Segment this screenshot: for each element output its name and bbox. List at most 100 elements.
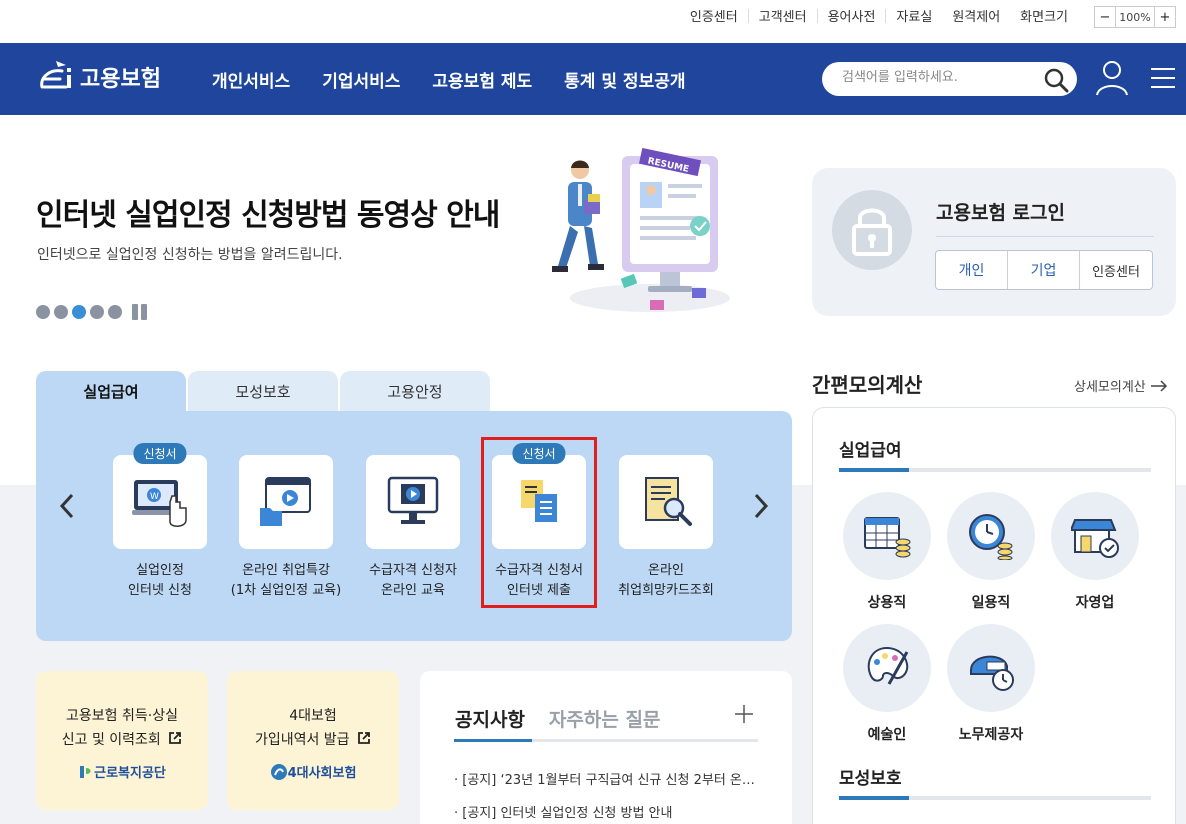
search-input[interactable] [842, 70, 1032, 85]
service-label-line1: 수급자격 신청자 [369, 563, 457, 578]
service-item-unemployment-recognition[interactable]: 신청서 W 실업인정 인터넷 신청 [100, 443, 220, 601]
plus-icon[interactable] [733, 703, 755, 725]
ext-card-line2: 신고 및 이력조회 [61, 732, 161, 748]
notice-panel: 공지사항 자주하는 질문 · [공지] ‘23년 1월부터 구직급여 신규 신청… [420, 671, 792, 824]
service-item-job-card-inquiry[interactable]: 온라인 취업희망카드조회 [606, 455, 726, 601]
search-box [822, 62, 1077, 96]
calc-item-label: 자영업 [1075, 595, 1115, 611]
ext-card-line1: 고용보험 취득·상실 [66, 708, 178, 724]
org-name: 근로복지공단 [94, 766, 166, 781]
slide-pause-button[interactable] [132, 304, 150, 320]
chevron-right-icon[interactable] [748, 491, 772, 521]
lock-icon [852, 208, 892, 256]
chevron-left-icon[interactable] [56, 491, 80, 521]
service-item-online-lecture[interactable]: 온라인 취업특강 (1차 실업인정 교육) [226, 455, 346, 601]
service-tabs: 실업급여 모성보호 고용안정 [36, 371, 492, 411]
resume-illustration-icon: RESUME [552, 148, 730, 312]
comwel-logo-icon [80, 765, 91, 778]
org-logo: 근로복지공단 [36, 762, 208, 781]
nav-business[interactable]: 기업서비스 [322, 67, 400, 92]
helmet-clock-icon [970, 655, 1014, 691]
service-label-line1: 온라인 [648, 563, 684, 578]
zoom-out-button[interactable]: − [1094, 6, 1116, 28]
palette-icon [867, 646, 909, 685]
site-logo[interactable]: 고용보험 [36, 57, 161, 97]
service-label: 수급자격 신청자 온라인 교육 [353, 561, 473, 601]
slide-dot[interactable] [36, 305, 50, 319]
list-item[interactable]: · [공지] ‘23년 1월부터 구직급여 신규 신청 2부터 온라인으로 신청 [454, 769, 764, 788]
service-label-line2: 취업희망카드조회 [618, 583, 714, 598]
tab-employment-stability[interactable]: 고용안정 [340, 371, 490, 411]
login-panel: 고용보험 로그인 개인 기업 인증센터 [812, 168, 1176, 316]
calc-item-labor-provider[interactable]: 노무제공자 [947, 624, 1035, 744]
org-name: 4대사회보험 [287, 766, 357, 781]
notice-tabs: 공지사항 자주하는 질문 [455, 705, 684, 732]
ext-card-4insurance[interactable]: 4대보험 가입내역서 발급 4대사회보험 [227, 671, 399, 810]
tab-maternity[interactable]: 모성보호 [188, 371, 338, 411]
slide-dot[interactable] [54, 305, 68, 319]
external-link-icon [169, 732, 182, 744]
application-badge: 신청서 [133, 443, 187, 464]
slide-dot-active[interactable] [72, 305, 86, 319]
utility-links: 인증센터 고객센터 용어사전 자료실 원격제어 화면크기 [680, 6, 1078, 25]
calc-item-label: 상용직 [867, 595, 907, 611]
util-link-customer[interactable]: 고객센터 [749, 6, 817, 25]
calc-detail-link[interactable]: 상세모의계산 [1074, 376, 1168, 395]
zoom-in-button[interactable]: + [1154, 6, 1176, 28]
video-folder-icon [260, 477, 311, 526]
divider [936, 236, 1154, 237]
calc-section-line [839, 468, 1151, 472]
calc-item-regular[interactable]: 상용직 [843, 492, 931, 612]
list-item[interactable]: · [공지] 인터넷 실업인정 신청 방법 안내 [454, 802, 764, 821]
calc-icon-circle [843, 492, 931, 580]
highlight-frame [481, 437, 597, 608]
service-card [366, 455, 460, 549]
hero-subtitle: 인터넷으로 실업인정 신청하는 방법을 알려드립니다. [37, 247, 343, 263]
active-tab-indicator [454, 739, 532, 742]
arrow-right-icon [1150, 379, 1167, 392]
util-link-cert[interactable]: 인증센터 [680, 6, 748, 25]
util-link-archive[interactable]: 자료실 [886, 6, 942, 25]
login-personal-button[interactable]: 개인 [936, 251, 1008, 289]
search-icon[interactable] [1043, 67, 1069, 93]
hamburger-menu-icon[interactable] [1150, 65, 1176, 91]
monitor-hand-icon: W [132, 480, 187, 527]
login-cert-center-button[interactable]: 인증센터 [1080, 251, 1152, 289]
tab-unemployment[interactable]: 실업급여 [36, 371, 186, 411]
document-search-icon [645, 477, 692, 526]
nav-statistics[interactable]: 통계 및 정보공개 [564, 67, 685, 92]
nav-personal[interactable]: 개인서비스 [212, 67, 290, 92]
calc-panel: 실업급여 상용직 일용직 자영업 예술인 노무제공자 모성보호 [812, 407, 1176, 824]
calc-item-self-employed[interactable]: 자영업 [1051, 492, 1139, 612]
ext-card-text: 4대보험 가입내역서 발급 [227, 704, 399, 752]
tab-notice[interactable]: 공지사항 [455, 705, 525, 732]
calendar-coins-icon [864, 517, 911, 558]
calc-item-artist[interactable]: 예술인 [843, 624, 931, 744]
notice-list: · [공지] ‘23년 1월부터 구직급여 신규 신청 2부터 온라인으로 신청… [454, 769, 764, 824]
login-business-button[interactable]: 기업 [1008, 251, 1080, 289]
hero-title[interactable]: 인터넷 실업인정 신청방법 동영상 안내 [36, 190, 500, 234]
utility-bar: 인증센터 고객센터 용어사전 자료실 원격제어 화면크기 − 100% + [0, 0, 1186, 34]
calc-item-label: 예술인 [867, 727, 907, 743]
service-card [619, 455, 713, 549]
util-link-glossary[interactable]: 용어사전 [818, 6, 886, 25]
ext-card-line2: 가입내역서 발급 [254, 732, 350, 748]
global-nav: 개인서비스 기업서비스 고용보험 제도 통계 및 정보공개 [212, 67, 718, 92]
ext-card-insurance-report[interactable]: 고용보험 취득·상실 신고 및 이력조회 근로복지공단 [36, 671, 208, 810]
calc-item-label: 노무제공자 [958, 727, 1024, 743]
org-logo: 4대사회보험 [227, 762, 399, 781]
slide-dot[interactable] [108, 305, 122, 319]
logo-text: 고용보험 [80, 67, 161, 92]
calc-section-title: 실업급여 [839, 441, 902, 461]
user-icon[interactable] [1095, 59, 1129, 97]
calc-icon-circle [843, 624, 931, 712]
hero-slide-indicator [36, 304, 150, 320]
calc-item-daily[interactable]: 일용직 [947, 492, 1035, 612]
nav-system[interactable]: 고용보험 제도 [432, 67, 532, 92]
util-link-remote[interactable]: 원격제어 [942, 6, 1010, 25]
service-card: 신청서 W [113, 443, 207, 549]
monitor-play-icon [387, 476, 439, 524]
tab-faq[interactable]: 자주하는 질문 [549, 705, 661, 732]
service-item-recipient-education[interactable]: 수급자격 신청자 온라인 교육 [353, 455, 473, 601]
slide-dot[interactable] [90, 305, 104, 319]
